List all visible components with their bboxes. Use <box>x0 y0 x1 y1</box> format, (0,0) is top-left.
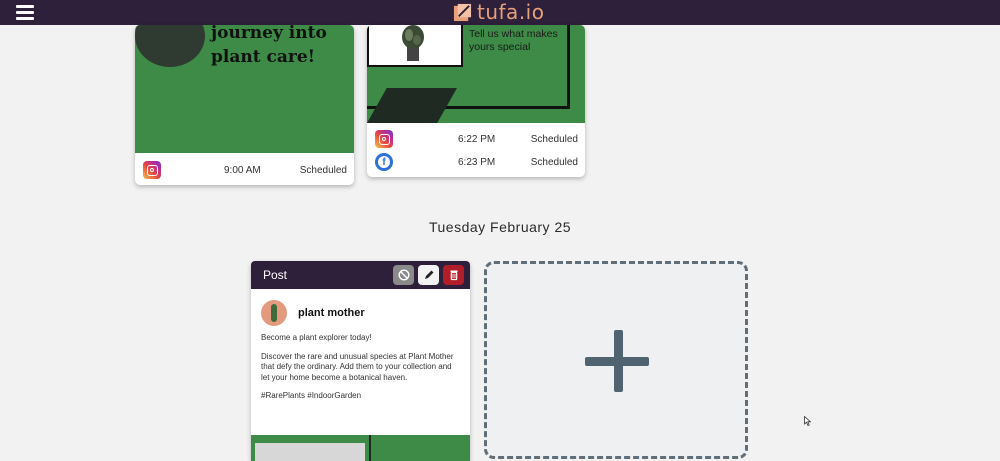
cancel-circle-icon <box>397 269 410 281</box>
avatar <box>261 300 287 326</box>
add-post-button[interactable] <box>484 261 748 459</box>
schedule-time: 6:23 PM <box>458 156 496 168</box>
schedule-row: f 6:23 PM Scheduled <box>367 151 585 173</box>
schedule-status: Scheduled <box>530 156 578 168</box>
edit-button[interactable] <box>418 265 439 285</box>
image-frame-line <box>567 25 570 107</box>
post-card-title: Post <box>263 268 288 282</box>
delete-button[interactable] <box>443 265 464 285</box>
pencil-icon <box>424 270 433 279</box>
scheduled-post-card[interactable]: journey into plant care! 9:00 AM Schedul… <box>135 25 354 185</box>
image-shape <box>255 443 365 461</box>
schedule-row: 6:22 PM Scheduled <box>367 128 585 150</box>
scheduled-post-card[interactable]: Tell us what makes yours special 6:22 PM… <box>367 25 585 177</box>
image-circle-shape <box>135 25 205 67</box>
plant-photo <box>402 25 424 61</box>
image-subtext: Tell us what makes yours special <box>469 28 558 53</box>
post-image <box>251 435 470 461</box>
post-body: Become a plant explorer today! Discover … <box>261 333 461 410</box>
facebook-icon: f <box>375 153 393 171</box>
post-actions <box>393 265 464 285</box>
brand[interactable]: tufa.io <box>453 0 545 24</box>
image-headline: journey into plant care! <box>211 25 327 67</box>
tufa-logo-icon <box>453 3 472 21</box>
post-paragraph: Become a plant explorer today! <box>261 333 372 342</box>
image-photo-frame <box>367 25 463 67</box>
post-image: journey into plant care! <box>135 25 354 153</box>
schedule-status: Scheduled <box>299 164 347 176</box>
schedule-row: 9:00 AM Scheduled <box>135 159 354 181</box>
post-image: Tell us what makes yours special <box>367 25 585 123</box>
brand-name: tufa.io <box>477 0 545 24</box>
post-hashtags: #RarePlants #IndoorGarden <box>261 391 362 400</box>
schedule-status: Scheduled <box>530 133 578 145</box>
image-frame-line <box>369 435 371 461</box>
post-paragraph: Discover the rare and unusual species at… <box>261 351 454 382</box>
post-username: plant mother <box>298 307 365 319</box>
mouse-cursor-icon <box>804 416 811 426</box>
trash-icon <box>450 270 457 281</box>
cancel-button[interactable] <box>393 265 414 285</box>
top-bar: tufa.io <box>0 0 1000 25</box>
schedule-time: 9:00 AM <box>224 164 261 176</box>
image-shape <box>367 88 457 123</box>
post-card[interactable]: Post plant mother Become a plant explore… <box>251 261 470 461</box>
post-author: plant mother <box>261 300 365 326</box>
schedule-time: 6:22 PM <box>458 133 496 145</box>
hamburger-menu-icon[interactable] <box>16 4 34 20</box>
instagram-icon <box>143 161 161 179</box>
day-heading: Tuesday February 25 <box>428 219 572 235</box>
instagram-icon <box>375 130 393 148</box>
post-card-header: Post <box>251 261 470 289</box>
